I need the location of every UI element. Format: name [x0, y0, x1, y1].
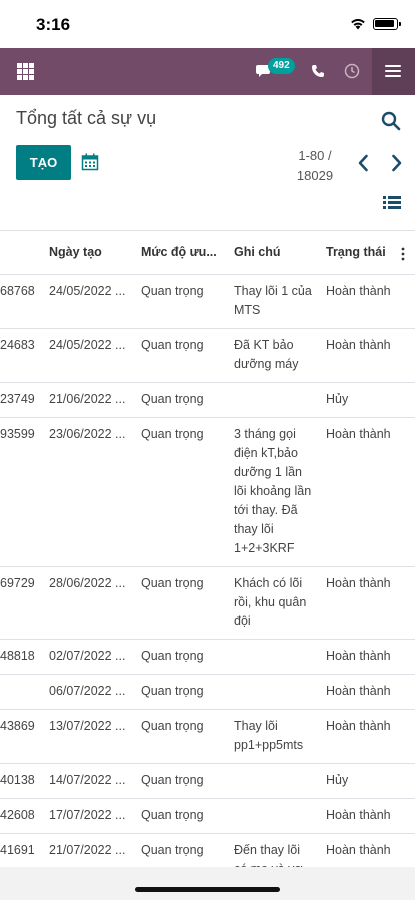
cell-created-date: 13/07/2022 ...: [43, 709, 135, 764]
table-row[interactable]: 48818 02/07/2022 ... Quan trọng Hoàn thành: [0, 639, 415, 675]
bottom-safe-area: [0, 867, 415, 900]
column-options-icon[interactable]: [401, 247, 405, 261]
cell-created-date: 21/06/2022 ...: [43, 382, 135, 418]
cell-note: 3 tháng gọi điện kT,bảo dưỡng 1 lần lõi …: [228, 417, 320, 567]
table-row[interactable]: 93599 23/06/2022 ... Quan trọng 3 tháng gọi…: [0, 417, 415, 567]
column-header-reference[interactable]: [0, 231, 43, 275]
table-row[interactable]: 42608 17/07/2022 ... Quan trọng Hoàn thành: [0, 798, 415, 834]
cell-note: Khách có lõi rồi, khu quân đội: [228, 566, 320, 640]
phone-icon[interactable]: [311, 64, 325, 78]
cell-status: Hoàn thành: [320, 328, 415, 383]
column-header-created-date[interactable]: Ngày tạo: [43, 231, 135, 275]
cell-status: Hủy: [320, 382, 415, 418]
column-header-priority[interactable]: Mức độ ưu...: [135, 231, 228, 275]
table-header-row: Ngày tạo Mức độ ưu... Ghi chú Trạng thái: [0, 231, 415, 275]
cell-priority: Quan trọng: [135, 674, 228, 710]
cell-created-date: 21/07/2022 ...: [43, 833, 135, 868]
cell-reference: 41691: [0, 833, 43, 868]
pager-range: 1-80 /: [298, 148, 332, 163]
cell-created-date: 24/05/2022 ...: [43, 274, 135, 329]
chevron-left-icon[interactable]: [356, 154, 370, 172]
table-row[interactable]: 69729 28/06/2022 ... Quan trọng Khách có lõ…: [0, 566, 415, 640]
cell-priority: Quan trọng: [135, 763, 228, 799]
cell-reference: 48818: [0, 639, 43, 675]
cell-reference: 69729: [0, 566, 43, 640]
cell-note: [228, 674, 320, 710]
apps-grid-icon[interactable]: [17, 63, 34, 80]
cell-status: Hoàn thành: [320, 274, 415, 329]
cell-created-date: 14/07/2022 ...: [43, 763, 135, 799]
cell-priority: Quan trọng: [135, 274, 228, 329]
table-row[interactable]: 43869 13/07/2022 ... Quan trọng Thay lõi pp…: [0, 709, 415, 764]
cell-status: Hoàn thành: [320, 639, 415, 675]
status-bar: 3:16: [0, 0, 415, 48]
hamburger-menu-button[interactable]: [372, 48, 415, 95]
cell-note: Đã KT bảo dưỡng máy: [228, 328, 320, 383]
cell-reference: 93599: [0, 417, 43, 567]
table-row[interactable]: 40138 14/07/2022 ... Quan trọng Hủy: [0, 763, 415, 799]
table-row[interactable]: 24683 24/05/2022 ... Quan trọng Đã KT bảo d…: [0, 328, 415, 383]
cell-priority: Quan trọng: [135, 833, 228, 868]
cell-created-date: 17/07/2022 ...: [43, 798, 135, 834]
cell-status: Hoàn thành: [320, 833, 415, 868]
cell-created-date: 02/07/2022 ...: [43, 639, 135, 675]
cell-reference: 42608: [0, 798, 43, 834]
cell-note: [228, 798, 320, 834]
cell-note: Thay lõi 1 của MTS: [228, 274, 320, 329]
table-row[interactable]: 06/07/2022 ... Quan trọng Hoàn thành: [0, 674, 415, 710]
list-view-icon[interactable]: [382, 194, 402, 210]
cell-priority: Quan trọng: [135, 566, 228, 640]
pager-total: 18029: [296, 168, 334, 183]
activity-clock-icon[interactable]: [344, 63, 360, 79]
cell-note: [228, 763, 320, 799]
status-time: 3:16: [36, 15, 71, 34]
cell-note: [228, 382, 320, 418]
cell-reference: 24683: [0, 328, 43, 383]
battery-icon: [373, 18, 401, 30]
cell-priority: Quan trọng: [135, 417, 228, 567]
chat-counter-badge: 492: [268, 58, 295, 74]
page-title: Tổng tất cả sự vụ: [16, 108, 157, 128]
table-row[interactable]: 23749 21/06/2022 ... Quan trọng Hủy: [0, 382, 415, 418]
table-row[interactable]: 68768 24/05/2022 ... Quan trọng Thay lõi 1 …: [0, 274, 415, 329]
cell-status: Hoàn thành: [320, 566, 415, 640]
cell-note: Đến thay lõi có mẹ và vợ ở nhà quan sát,…: [228, 833, 320, 868]
cell-reference: 23749: [0, 382, 43, 418]
cell-reference: 68768: [0, 274, 43, 329]
calendar-icon[interactable]: [81, 153, 99, 171]
cell-status: Hoàn thành: [320, 709, 415, 764]
wifi-icon: [351, 19, 365, 30]
cell-created-date: 28/06/2022 ...: [43, 566, 135, 640]
records-table: Ngày tạo Mức độ ưu... Ghi chú Trạng thái…: [0, 230, 415, 868]
cell-status: Hoàn thành: [320, 798, 415, 834]
cell-created-date: 06/07/2022 ...: [43, 674, 135, 710]
search-icon[interactable]: [381, 111, 401, 131]
cell-priority: Quan trọng: [135, 709, 228, 764]
create-button[interactable]: TẠO: [16, 145, 71, 180]
cell-created-date: 24/05/2022 ...: [43, 328, 135, 383]
cell-priority: Quan trọng: [135, 798, 228, 834]
cell-created-date: 23/06/2022 ...: [43, 417, 135, 567]
chevron-right-icon[interactable]: [390, 154, 404, 172]
table-row[interactable]: 41691 21/07/2022 ... Quan trọng Đến thay lõ…: [0, 833, 415, 868]
column-header-note[interactable]: Ghi chú: [228, 231, 320, 275]
cell-status: Hủy: [320, 763, 415, 799]
cell-reference: 43869: [0, 709, 43, 764]
cell-status: Hoàn thành: [320, 674, 415, 710]
cell-priority: Quan trọng: [135, 639, 228, 675]
cell-note: [228, 639, 320, 675]
pager-value[interactable]: 1-80 / 18029: [285, 146, 345, 186]
cell-priority: Quan trọng: [135, 328, 228, 383]
home-indicator[interactable]: [135, 887, 280, 892]
cell-priority: Quan trọng: [135, 382, 228, 418]
cell-note: Thay lõi pp1+pp5mts: [228, 709, 320, 764]
cell-reference: [0, 674, 43, 710]
cell-status: Hoàn thành: [320, 417, 415, 567]
cell-reference: 40138: [0, 763, 43, 799]
top-navbar: 492: [0, 48, 415, 95]
